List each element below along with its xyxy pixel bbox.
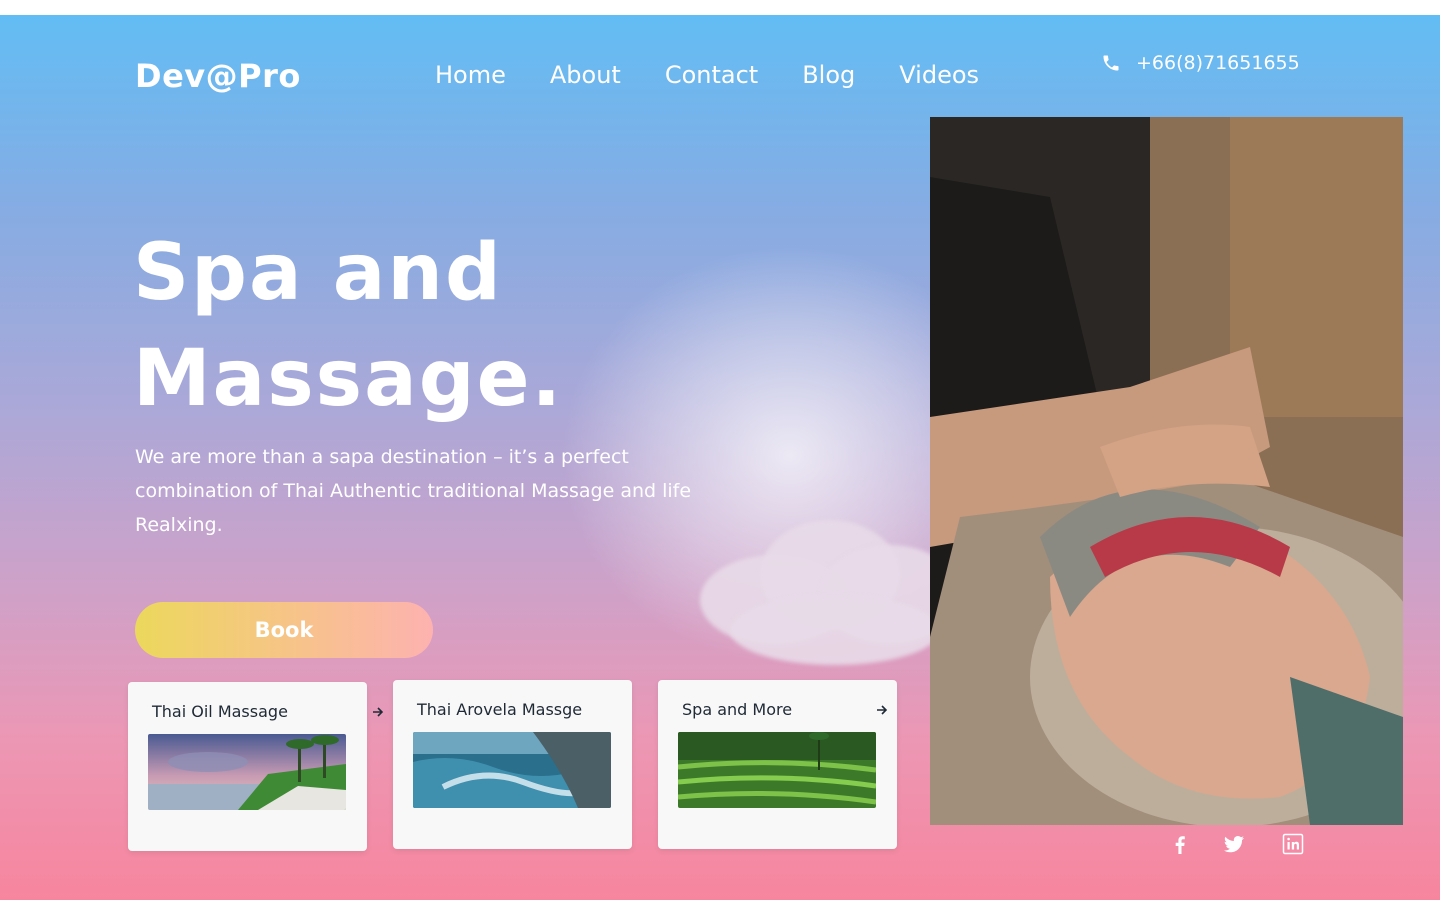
phone-contact[interactable]: +66(8)71651655	[1101, 52, 1300, 74]
twitter-icon[interactable]	[1222, 832, 1246, 856]
service-card-title: Spa and More	[682, 700, 793, 719]
ocean-waves-image	[413, 732, 611, 808]
linkedin-icon[interactable]	[1281, 832, 1305, 856]
service-card-title: Thai Oil Massage	[152, 702, 288, 721]
nav-about[interactable]: About	[550, 61, 621, 89]
nav-contact[interactable]: Contact	[665, 61, 758, 89]
top-strip	[0, 0, 1440, 15]
facebook-icon[interactable]	[1168, 832, 1192, 856]
hero-title: Spa and Massage.	[133, 220, 563, 432]
book-button[interactable]: Book	[135, 602, 433, 658]
hero-title-line-1: Spa and	[133, 228, 503, 318]
arrow-right-icon[interactable]	[875, 703, 889, 717]
hero-description: We are more than a sapa destination – it…	[135, 446, 692, 536]
cloud-decoration	[730, 595, 940, 665]
brand-logo[interactable]: Dev@Pro	[135, 57, 301, 95]
service-card[interactable]: Thai Oil Massage	[128, 682, 367, 851]
arrow-right-icon[interactable]	[371, 705, 385, 719]
service-card[interactable]: Spa and More	[658, 680, 897, 849]
service-card[interactable]: Thai Arovela Massge	[393, 680, 632, 849]
nav-videos[interactable]: Videos	[899, 61, 979, 89]
phone-number: +66(8)71651655	[1136, 52, 1300, 74]
service-card-title: Thai Arovela Massge	[417, 700, 583, 719]
nav-home[interactable]: Home	[435, 61, 506, 89]
massage-photo	[930, 117, 1403, 825]
hero-title-line-2: Massage.	[133, 334, 564, 424]
phone-icon	[1101, 53, 1121, 73]
tropical-beach-image	[148, 734, 346, 810]
nav-blog[interactable]: Blog	[802, 61, 855, 89]
rice-terraces-image	[678, 732, 876, 808]
main-nav: Home About Contact Blog Videos	[435, 61, 979, 89]
